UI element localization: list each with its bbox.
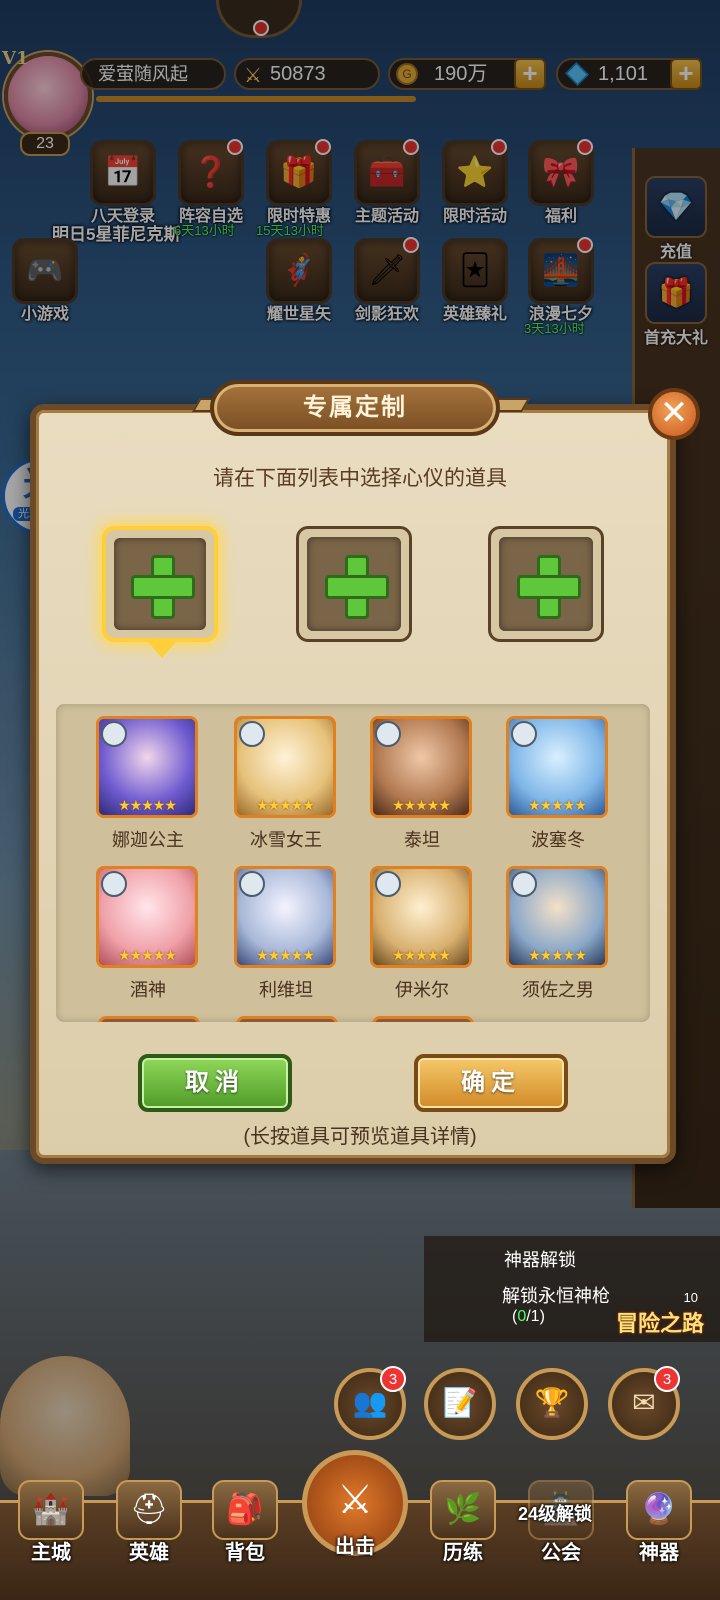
selection-slot-3[interactable] [488, 526, 604, 642]
element-icon [375, 721, 401, 747]
friends-button[interactable]: 👥 3 [334, 1366, 406, 1440]
hero-name: 娜迦公主 [112, 830, 184, 850]
close-button[interactable]: ✕ [648, 388, 700, 440]
quest-progress: (0/1) [512, 1308, 545, 1326]
quest-desc: 解锁永恒神枪 [502, 1286, 610, 1306]
element-icon [101, 871, 127, 897]
notes-button[interactable]: 📝 [424, 1368, 496, 1440]
nav-label: 背包 [225, 1542, 265, 1564]
star-rating: ★★★★★ [528, 947, 587, 963]
nav-bag[interactable]: 🎒 背包 [200, 1480, 290, 1565]
dialog-title: 专属定制 [210, 380, 500, 436]
hero-name: 波塞冬 [531, 830, 585, 850]
trophy-icon: 🏆 [534, 1387, 570, 1418]
hero-card: ★★★★★ [234, 716, 336, 818]
orb-icon: 🔮 [626, 1480, 692, 1540]
badge-count: 3 [380, 1366, 406, 1392]
plus-icon [517, 555, 581, 619]
star-rating: ★★★★★ [256, 947, 315, 963]
hero-card-partial[interactable] [372, 1016, 474, 1022]
nav-attack-label: 出击 [335, 1536, 375, 1558]
nav-training[interactable]: 🌿 历练 [418, 1480, 508, 1565]
star-rating: ★★★★★ [528, 797, 587, 813]
hero-card-partial[interactable] [236, 1016, 338, 1022]
castle-icon: 🏰 [18, 1480, 84, 1540]
cancel-button[interactable]: 取消 [138, 1054, 292, 1112]
element-icon [239, 871, 265, 897]
hero-card: ★★★★★ [370, 866, 472, 968]
plus-icon [131, 555, 195, 619]
selection-slot-2[interactable] [296, 526, 412, 642]
hero-card: ★★★★★ [506, 866, 608, 968]
guild-lock-label: 24级解锁 [518, 1504, 593, 1524]
element-icon [511, 871, 537, 897]
hero-card: ★★★★★ [96, 716, 198, 818]
hero-item[interactable]: ★★★★★ 须佐之男 [506, 866, 610, 1002]
quest-title: 神器解锁 [504, 1250, 576, 1270]
hero-card: ★★★★★ [234, 866, 336, 968]
plus-icon [325, 555, 389, 619]
nav-heroes[interactable]: ⛑ 英雄 [104, 1480, 194, 1565]
star-rating: ★★★★★ [392, 797, 451, 813]
nav-artifact[interactable]: 🔮 神器 [614, 1480, 704, 1565]
star-rating: ★★★★★ [256, 797, 315, 813]
crossed-swords-icon: ⚔ [337, 1478, 373, 1522]
hero-name: 须佐之男 [522, 980, 594, 1000]
nav-label: 神器 [639, 1542, 679, 1564]
hero-name: 酒神 [130, 980, 166, 1000]
hero-card: ★★★★★ [96, 866, 198, 968]
long-press-hint: (长按道具可预览道具详情) [243, 1126, 477, 1148]
trophy-button[interactable]: 🏆 [516, 1368, 588, 1440]
mail-button[interactable]: ✉ 3 [608, 1366, 680, 1440]
star-rating: ★★★★★ [118, 797, 177, 813]
hero-item[interactable]: ★★★★★ 伊米尔 [370, 866, 474, 1002]
hero-name: 伊米尔 [395, 980, 449, 1000]
star-rating: ★★★★★ [392, 947, 451, 963]
quest-panel[interactable]: 神器解锁 解锁永恒神枪 (0/1) 10 冒险之路 [424, 1236, 720, 1342]
leaf-icon: 🌿 [430, 1480, 496, 1540]
hero-name: 利维坦 [259, 980, 313, 1000]
badge-count: 3 [654, 1366, 680, 1392]
progress-done: 0 [517, 1308, 527, 1325]
backpack-icon: 🎒 [212, 1480, 278, 1540]
hero-list[interactable]: ★★★★★ 娜迦公主 ★★★★★ 冰雪女王 ★★★★★ 泰坦 ★★★★★ 波塞冬 [56, 704, 650, 1022]
nav-label: 英雄 [129, 1542, 169, 1564]
hero-item[interactable]: ★★★★★ 冰雪女王 [234, 716, 338, 852]
hero-item[interactable]: ★★★★★ 波塞冬 [506, 716, 610, 852]
element-icon [239, 721, 265, 747]
slot-pointer [148, 642, 176, 658]
dialog-instruction: 请在下面列表中选择心仪的道具 [213, 467, 507, 490]
hero-card: ★★★★★ [506, 716, 608, 818]
hero-name: 泰坦 [404, 830, 440, 850]
hero-card: ★★★★★ [370, 716, 472, 818]
nav-label: 公会 [541, 1542, 581, 1564]
hero-item[interactable]: ★★★★★ 娜迦公主 [96, 716, 200, 852]
hero-card-partial[interactable] [98, 1016, 200, 1022]
hero-item[interactable]: ★★★★★ 泰坦 [370, 716, 474, 852]
hero-item[interactable]: ★★★★★ 酒神 [96, 866, 200, 1002]
element-icon [375, 871, 401, 897]
progress-total: /1) [526, 1308, 545, 1325]
star-rating: ★★★★★ [118, 947, 177, 963]
quest-number: 10 [683, 1290, 698, 1305]
element-icon [101, 721, 127, 747]
hero-item[interactable]: ★★★★★ 利维坦 [234, 866, 338, 1002]
mail-icon: ✉ [632, 1387, 656, 1418]
nav-label: 历练 [443, 1542, 483, 1564]
confirm-button[interactable]: 确定 [414, 1054, 568, 1112]
element-icon [511, 721, 537, 747]
adventure-road-label: 冒险之路 [615, 1311, 704, 1336]
nav-label: 主城 [31, 1542, 71, 1564]
hero-name: 冰雪女王 [250, 830, 322, 850]
nav-main-city[interactable]: 🏰 主城 [6, 1480, 96, 1565]
helmet-icon: ⛑ [116, 1480, 182, 1540]
notes-icon: 📝 [442, 1387, 478, 1418]
friends-icon: 👥 [352, 1387, 388, 1418]
selection-slot-1[interactable] [102, 526, 218, 642]
